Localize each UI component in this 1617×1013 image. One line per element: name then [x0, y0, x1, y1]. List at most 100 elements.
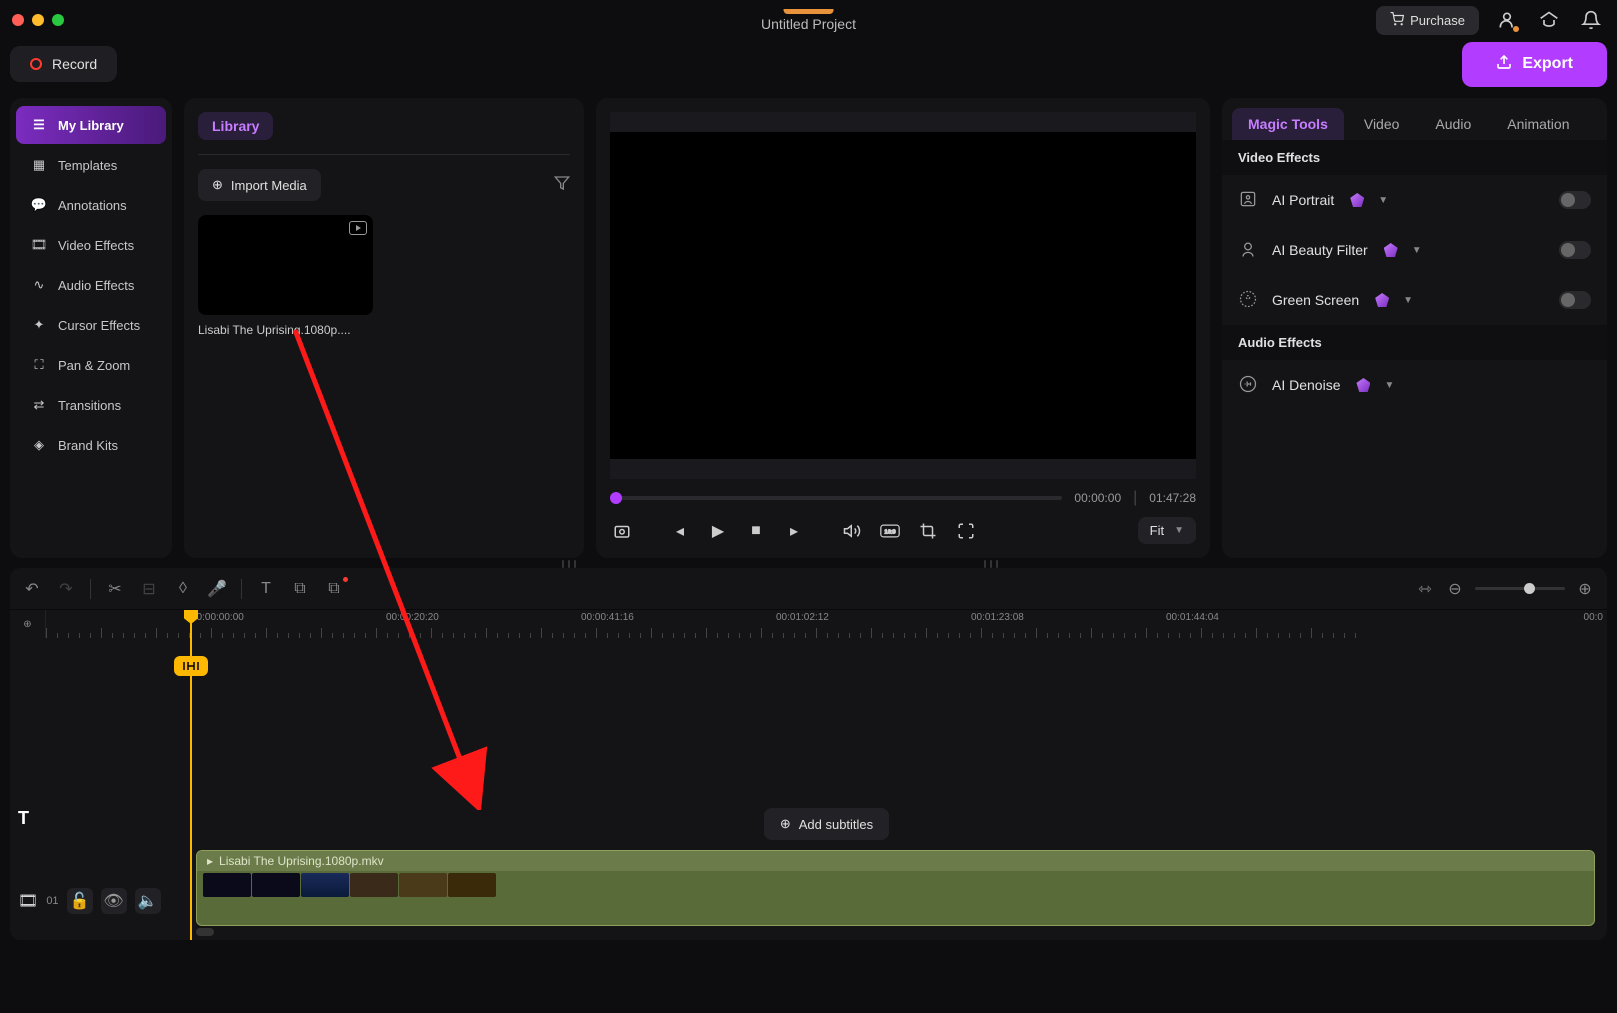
track-type-icon: 🎞 — [18, 891, 38, 911]
effect-label: AI Portrait — [1272, 192, 1334, 208]
track-lock-button[interactable]: 🔓 — [67, 888, 93, 914]
minimize-window[interactable] — [32, 14, 44, 26]
ruler-label: 00:01:44:04 — [1166, 612, 1219, 623]
sidebar-item-my-library[interactable]: ☰My Library — [16, 106, 166, 144]
fit-dropdown[interactable]: Fit ▼ — [1138, 517, 1196, 544]
sidebar-item-annotations[interactable]: 💬Annotations — [16, 186, 166, 224]
effect-label: Green Screen — [1272, 292, 1359, 308]
zoom-fit-button[interactable]: ⇿ — [1415, 579, 1435, 599]
timeline-ruler[interactable]: ⊕ 00:00:00:00 00:00:20:20 00:00:41:16 00… — [10, 610, 1607, 638]
prev-frame-button[interactable]: ◂ — [668, 519, 692, 543]
divider — [198, 154, 570, 155]
total-time: 01:47:28 — [1149, 491, 1196, 505]
sidebar-item-brand-kits[interactable]: ◈Brand Kits — [16, 426, 166, 464]
timeline-scrollbar[interactable] — [196, 928, 214, 936]
stop-button[interactable]: ■ — [744, 519, 768, 543]
tab-library[interactable]: Library — [198, 112, 273, 140]
import-label: Import Media — [231, 178, 307, 193]
account-icon[interactable] — [1493, 6, 1521, 34]
tab-magic-tools[interactable]: Magic Tools — [1232, 108, 1344, 140]
aspect-button[interactable]: 16:9 — [878, 519, 902, 543]
marker-button[interactable]: ◊ — [173, 579, 193, 599]
chevron-down-icon[interactable]: ▼ — [1412, 245, 1422, 256]
media-thumbnail[interactable] — [198, 215, 373, 315]
properties-panel: Magic Tools Video Audio Animation Video … — [1222, 98, 1607, 558]
timeline-clip[interactable]: ▸ Lisabi The Uprising.1080p.mkv — [196, 850, 1595, 926]
playhead-handle[interactable] — [174, 656, 208, 676]
project-title: Untitled Project — [761, 16, 856, 32]
sidebar-item-video-effects[interactable]: 🎞Video Effects — [16, 226, 166, 264]
play-button[interactable]: ▶ — [706, 519, 730, 543]
notifications-icon[interactable] — [1577, 6, 1605, 34]
preview-viewport[interactable] — [610, 112, 1196, 479]
preview-progress[interactable] — [610, 496, 1062, 500]
redo-button[interactable]: ↷ — [56, 579, 76, 599]
record-label: Record — [52, 56, 97, 72]
volume-button[interactable] — [840, 519, 864, 543]
splitter-handle[interactable] — [984, 560, 998, 568]
media-name: Lisabi The Uprising.1080p.... — [198, 323, 373, 337]
undo-button[interactable]: ↶ — [22, 579, 42, 599]
export-button[interactable]: Export — [1462, 42, 1607, 87]
close-window[interactable] — [12, 14, 24, 26]
playhead[interactable] — [190, 610, 192, 940]
zoom-in-button[interactable]: ⊕ — [1575, 579, 1595, 599]
chevron-down-icon[interactable]: ▼ — [1378, 195, 1388, 206]
sidebar-item-transitions[interactable]: ⇄Transitions — [16, 386, 166, 424]
toggle-green-screen[interactable] — [1559, 291, 1591, 309]
purchase-label: Purchase — [1410, 13, 1465, 28]
snapshot-button[interactable] — [610, 519, 634, 543]
track-controls: 🎞 01 🔓 👁 🔈 — [18, 888, 161, 914]
sidebar-item-audio-effects[interactable]: ∿Audio Effects — [16, 266, 166, 304]
premium-icon — [1384, 243, 1398, 257]
tab-audio[interactable]: Audio — [1419, 108, 1487, 140]
record-button[interactable]: Record — [10, 46, 117, 82]
sidebar-item-pan-zoom[interactable]: ⛶Pan & Zoom — [16, 346, 166, 384]
next-frame-button[interactable]: ▸ — [782, 519, 806, 543]
action-row: Record Export — [0, 40, 1617, 88]
toggle-ai-portrait[interactable] — [1559, 191, 1591, 209]
filter-icon[interactable] — [554, 175, 570, 196]
ruler-label: 00:01:02:12 — [776, 612, 829, 623]
wave-icon: ∿ — [30, 276, 48, 294]
export-label: Export — [1522, 55, 1573, 73]
tab-video[interactable]: Video — [1348, 108, 1416, 140]
voiceover-button[interactable]: 🎤 — [207, 579, 227, 599]
sidebar-label: Video Effects — [58, 238, 134, 253]
split-button[interactable]: ✂ — [105, 579, 125, 599]
chevron-down-icon: ▼ — [1174, 525, 1184, 536]
fullscreen-button[interactable] — [954, 519, 978, 543]
help-icon[interactable] — [1535, 6, 1563, 34]
crop-button[interactable] — [916, 519, 940, 543]
premium-icon — [1356, 378, 1370, 392]
text-button[interactable]: T — [256, 579, 276, 599]
add-subtitles-button[interactable]: ⊕ Add subtitles — [764, 808, 889, 840]
chevron-down-icon[interactable]: ▼ — [1384, 380, 1394, 391]
tab-animation[interactable]: Animation — [1491, 108, 1585, 140]
sidebar-item-cursor-effects[interactable]: ✦Cursor Effects — [16, 306, 166, 344]
sidebar-item-templates[interactable]: ▦Templates — [16, 146, 166, 184]
badge-icon: ◈ — [30, 436, 48, 454]
current-time: 00:00:00 — [1074, 491, 1121, 505]
toggle-ai-beauty[interactable] — [1559, 241, 1591, 259]
zoom-slider[interactable] — [1475, 587, 1565, 590]
track-visibility-button[interactable]: 👁 — [101, 888, 127, 914]
record-tool-button[interactable]: ⧉ — [324, 579, 344, 599]
chevron-down-icon[interactable]: ▼ — [1403, 295, 1413, 306]
zoom-out-button[interactable]: ⊖ — [1445, 579, 1465, 599]
purchase-button[interactable]: Purchase — [1376, 6, 1479, 35]
track-mute-button[interactable]: 🔈 — [135, 888, 161, 914]
splitter-handle[interactable] — [562, 560, 576, 568]
media-item[interactable]: Lisabi The Uprising.1080p.... — [198, 215, 373, 337]
cart-icon — [1390, 12, 1404, 29]
add-track-button[interactable]: ⊕ — [10, 610, 46, 638]
import-media-button[interactable]: ⊕ Import Media — [198, 169, 321, 201]
group-button[interactable]: ⧉ — [290, 579, 310, 599]
maximize-window[interactable] — [52, 14, 64, 26]
cut-button[interactable]: ⊟ — [139, 579, 159, 599]
preview-panel: 00:00:00 | 01:47:28 ◂ ▶ ■ ▸ 16:9 Fit ▼ — [596, 98, 1210, 558]
ruler-label: 00:00:20:20 — [386, 612, 439, 623]
ruler-label: 00:00:00:00 — [191, 612, 244, 623]
video-badge-icon — [349, 221, 367, 235]
notification-dot — [1513, 26, 1519, 32]
